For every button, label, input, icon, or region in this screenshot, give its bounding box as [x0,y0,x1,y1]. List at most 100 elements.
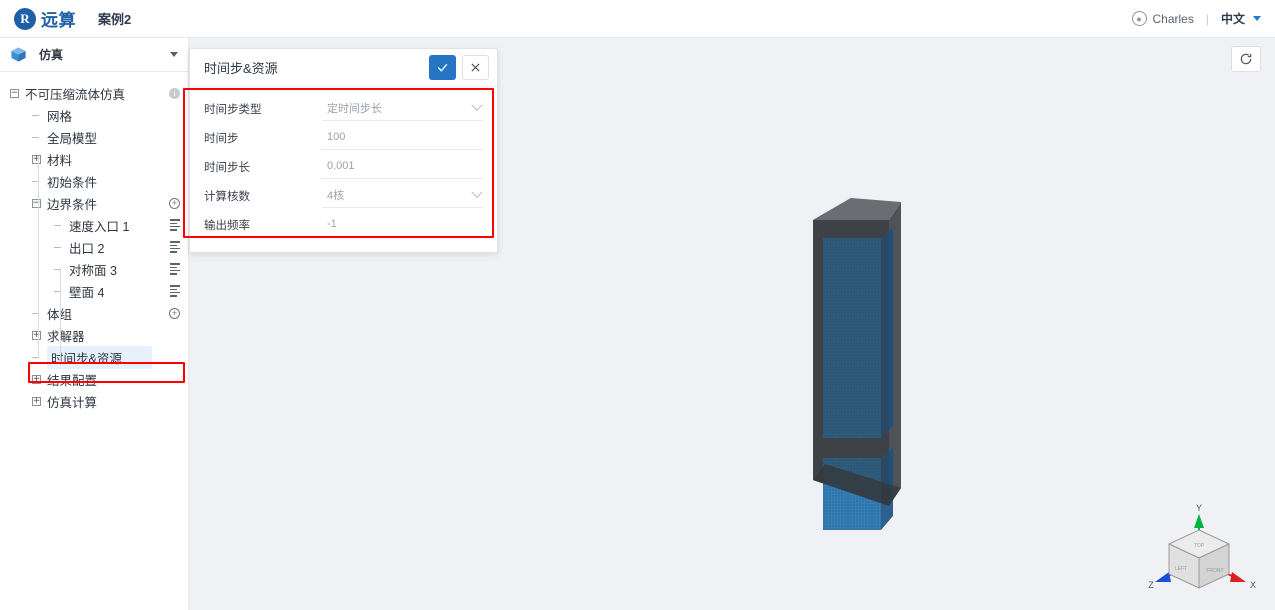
user-circle-icon: ● [1131,11,1147,26]
chevron-down-icon[interactable] [170,52,178,57]
expand-expander-icon[interactable]: + [32,374,41,384]
expand-expander-icon[interactable]: + [32,154,41,164]
tree-connector-icon [32,111,41,120]
tree-item-label-wrap: 网格 [47,106,72,125]
tree-item[interactable]: 对称面 3 [0,258,188,280]
tree-item-label: 对称面 3 [69,263,117,278]
tree-item-label-wrap: 全局模型 [47,128,97,147]
axis-label-y: Y [1196,503,1202,513]
cube-face-left: LEFT [1175,566,1187,572]
case-name[interactable]: 案例2 [98,9,131,28]
tree-item[interactable]: 时间步&资源 [0,345,188,369]
app-root: R 远算 案例2 ● Charles | 中文 仿真 − 不可压缩流体仿真 i 网格全… [0,0,1275,610]
list-menu-icon[interactable] [170,263,180,275]
tree-connector-icon [32,133,41,142]
add-icon[interactable]: + [169,307,180,319]
tree-item[interactable]: 体组+ [0,302,188,324]
logo-icon: R [14,7,36,30]
tree-item-label: 时间步&资源 [51,351,122,366]
list-menu-icon[interactable] [170,285,180,297]
cancel-button[interactable] [462,55,489,80]
field-value: 100 [327,131,346,143]
form-label: 时间步类型 [204,103,262,116]
collapse-expander-icon[interactable]: − [32,198,41,208]
tree-connector-icon [54,265,63,274]
expand-expander-icon[interactable]: + [32,396,41,406]
tree-item-label-wrap: 材料 [47,150,72,169]
reset-view-button[interactable] [1231,46,1261,72]
list-menu-icon[interactable] [170,241,180,253]
info-icon[interactable]: i [169,87,180,99]
tree-item[interactable]: − 不可压缩流体仿真 i [0,82,188,104]
tree-item[interactable]: + 材料 [0,148,188,170]
view-cube[interactable]: TOP LEFT FRONT Y X Z [1147,502,1257,602]
form-row: 时间步类型 定时间步长 [204,95,483,122]
text-field[interactable]: -1 [322,212,483,237]
select-field[interactable]: 4核 [322,183,483,208]
tree-item[interactable]: − 边界条件 + [0,192,188,214]
sidebar-header-label: 仿真 [39,48,64,62]
timestep-resource-panel: 时间步&资源 时间步类型 定时间步长 时间步 100 时间步长 0.001 计算核数 4核 输出… [189,48,498,253]
sidebar: 仿真 − 不可压缩流体仿真 i 网格 全局模型 + 材料 初始条件 − 边界条件 + 速度入口 1 出口… [0,38,189,610]
axis-label-x: X [1250,580,1256,590]
tree-item-label-wrap: 时间步&资源 [47,345,152,369]
form-row: 时间步 100 [204,124,483,151]
chevron-down-icon[interactable] [471,186,483,198]
tree-connector-line [60,270,61,365]
tree-item[interactable]: + 仿真计算 [0,390,188,412]
tree-item[interactable]: 壁面 4 [0,280,188,302]
expand-expander-icon[interactable]: + [32,330,41,340]
logo-text: 远算 [41,11,76,30]
tree-item-label: 出口 2 [69,241,105,256]
top-bar: R 远算 案例2 ● Charles | 中文 [0,0,1275,38]
text-field[interactable]: 100 [322,125,483,150]
tree-item[interactable]: 速度入口 1 [0,214,188,236]
tree-item-label-wrap: 出口 2 [69,238,104,257]
tree-connector-icon [32,353,41,362]
tree-item[interactable]: 网格 [0,104,188,126]
tree-item-label: 结果配置 [47,373,98,388]
confirm-button[interactable] [429,55,456,80]
panel-actions [429,55,489,80]
form-label: 时间步长 [204,161,250,174]
form-row: 时间步长 0.001 [204,153,483,180]
tree-item[interactable]: 全局模型 [0,126,188,148]
tree-item[interactable]: 出口 2 [0,236,188,258]
simulation-tree: − 不可压缩流体仿真 i 网格 全局模型 + 材料 初始条件 − 边界条件 + 速度入口 1 出口 2对… [0,72,188,412]
add-icon[interactable]: + [169,197,180,209]
tree-item-label: 网格 [47,109,73,124]
language-selector-label[interactable]: 中文 [1221,10,1245,27]
form-label: 输出频率 [204,219,250,232]
field-value: 0.001 [327,160,355,172]
tree-item[interactable]: 初始条件 [0,170,188,192]
tree-item[interactable]: + 求解器 [0,324,188,346]
panel-header: 时间步&资源 [190,49,497,87]
field-value: -1 [327,218,337,230]
tree-item-label-wrap: 边界条件 [47,194,97,213]
check-icon [437,63,448,72]
chevron-down-icon[interactable] [471,99,483,111]
select-field[interactable]: 定时间步长 [322,96,483,121]
chevron-down-icon[interactable] [1253,16,1261,21]
close-icon [471,63,480,72]
tree-item-label-wrap: 初始条件 [47,172,97,191]
list-menu-icon[interactable] [170,219,180,231]
tree-item-label-wrap: 速度入口 1 [69,216,129,235]
user-name[interactable]: Charles [1153,12,1194,26]
collapse-expander-icon[interactable]: − [10,88,19,98]
sidebar-header[interactable]: 仿真 [0,38,188,72]
axis-label-z: Z [1148,580,1154,590]
cube-icon [11,47,26,62]
3d-model[interactable] [789,158,989,558]
tree-item[interactable]: + 结果配置 [0,368,188,390]
top-bar-right: ● Charles | 中文 [1131,10,1275,27]
refresh-icon [1240,53,1252,65]
tree-item-label: 壁面 4 [69,285,105,300]
tree-item-label: 全局模型 [47,131,98,146]
tree-item-label-wrap: 壁面 4 [69,282,104,301]
tree-item-label-wrap: 求解器 [47,326,85,345]
text-field[interactable]: 0.001 [322,154,483,179]
brand[interactable]: R 远算 案例2 [0,6,131,31]
field-value: 定时间步长 [327,103,382,115]
tree-item-label: 初始条件 [47,175,98,190]
